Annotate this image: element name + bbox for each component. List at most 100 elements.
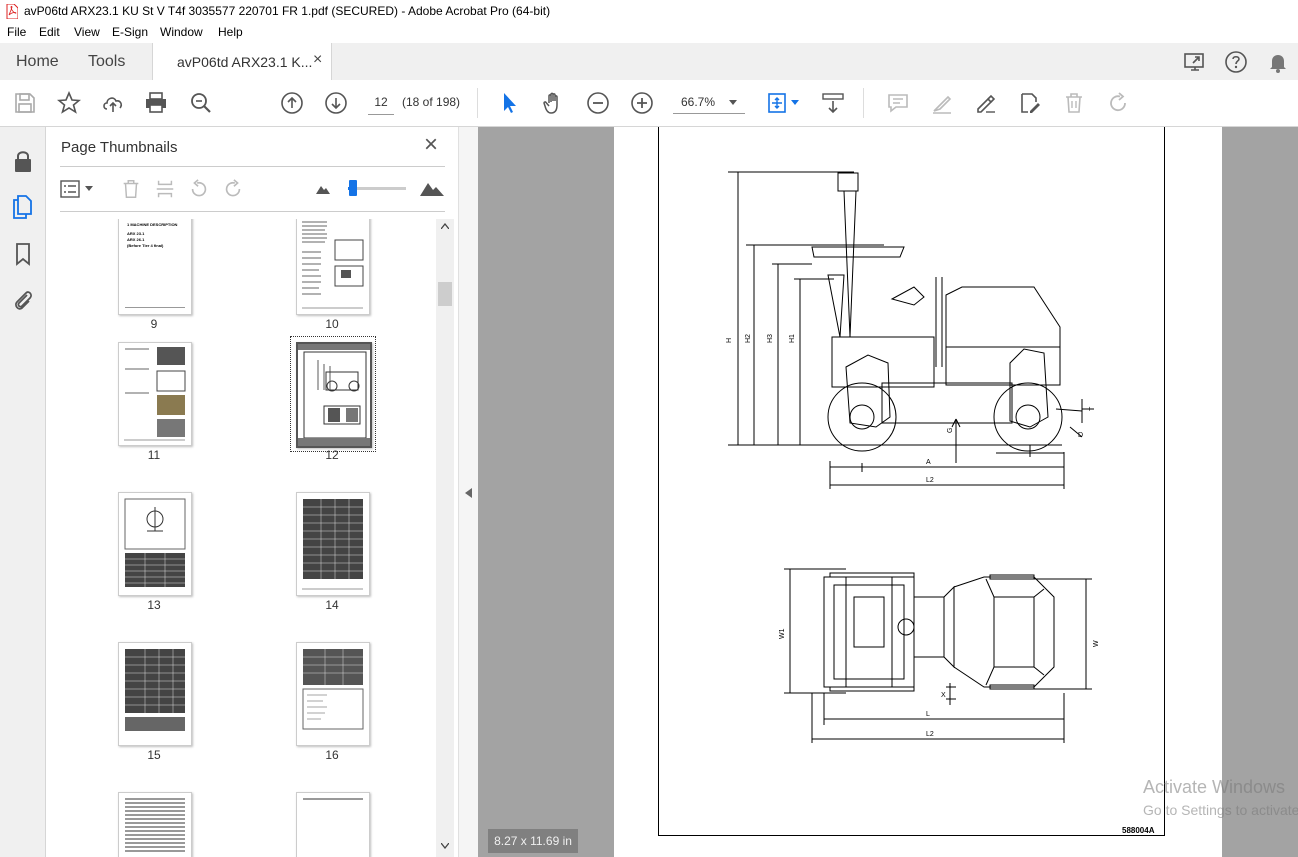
thumbnail-label-12: 12 [325,448,339,462]
delete-icon[interactable] [1061,90,1087,116]
thumb11-content [124,347,186,441]
hand-tool-icon[interactable] [541,90,567,116]
dim-w1: W1 [779,628,786,639]
thumb9-line1: 1 MACHINE DESCRIPTION [127,222,178,227]
save-icon[interactable] [12,90,38,116]
delete-page-icon[interactable] [120,178,142,200]
left-rail [0,127,46,857]
zoom-out-icon[interactable] [585,90,611,116]
menu-help[interactable]: Help [218,25,243,39]
help-icon[interactable] [1224,50,1248,74]
panel-header-divider [60,166,445,167]
toolbar-divider [477,88,478,118]
thumb16-content [302,649,364,730]
menu-file[interactable]: File [7,25,26,39]
zoom-level-value: 66.7% [681,95,716,109]
collapse-panel-arrow-icon[interactable] [465,488,472,498]
scroll-up-arrow-icon[interactable] [441,223,449,229]
document-view[interactable]: H H2 H3 H1 A L2 G D T W1 W L L2 X 588004… [478,127,1298,857]
menu-view[interactable]: View [74,25,100,39]
draw-sign-icon[interactable] [973,90,999,116]
rotate-right-icon[interactable] [222,178,244,200]
select-cursor-icon[interactable] [497,90,523,116]
dim-h2: H2 [745,334,752,343]
dim-l: L [926,711,930,718]
chevron-down-icon [729,100,737,105]
thumbnail-page-18[interactable] [296,792,370,857]
zoom-level-select[interactable]: 66.7% [673,90,745,114]
previous-page-icon[interactable] [279,90,305,116]
thumb15-content [125,649,185,731]
rotate-left-icon[interactable] [188,178,210,200]
panel-splitter[interactable] [458,127,479,857]
menu-window[interactable]: Window [160,25,203,39]
thumbnail-scrollbar[interactable] [436,219,454,857]
large-thumbnail-icon[interactable] [420,180,444,196]
thumb18-content [303,798,363,800]
thumbnail-page-15[interactable] [118,642,192,746]
dim-x: X [941,692,946,699]
panel-title: Page Thumbnails [61,139,178,156]
title-bar: avP06td ARX23.1 KU St V T4f 3035577 2207… [0,0,1298,23]
thumb17-content [125,798,185,852]
zoom-in-icon[interactable] [629,90,655,116]
next-page-icon[interactable] [323,90,349,116]
edit-text-icon[interactable] [1017,90,1043,116]
search-zoom-icon[interactable] [188,90,214,116]
thumbnail-page-16[interactable] [296,642,370,746]
thumbnail-label-16: 16 [325,748,339,762]
upload-cloud-icon[interactable] [100,90,126,116]
comment-icon[interactable] [885,90,911,116]
page-number-input[interactable]: 12 [368,90,394,115]
menu-e-sign[interactable]: E-Sign [112,25,148,39]
page-count-label: (18 of 198) [402,95,461,109]
panel-close-button[interactable]: × [424,133,438,157]
small-thumbnail-icon[interactable] [316,184,330,194]
thumbnail-page-10[interactable] [296,219,370,315]
tab-document[interactable]: avP06td ARX23.1 K... × [152,43,332,81]
options-menu-icon[interactable] [60,180,82,198]
tab-tools[interactable]: Tools [74,43,150,80]
window-title: avP06td ARX23.1 KU St V T4f 3035577 2207… [24,4,551,18]
highlight-pen-icon[interactable] [929,90,955,116]
scroll-mode-icon[interactable] [820,90,846,116]
dim-t: T [1089,406,1096,411]
attachments-paperclip-icon[interactable] [10,287,36,313]
thumbnail-page-17[interactable] [118,792,192,857]
thumbnail-size-slider-handle[interactable] [349,180,357,196]
menu-edit[interactable]: Edit [39,25,60,39]
tab-close-button[interactable]: × [313,51,322,69]
dim-l2-top: L2 [926,731,934,738]
fit-page-icon[interactable] [765,90,791,116]
redo-icon[interactable] [1105,90,1131,116]
print-icon[interactable] [143,90,169,116]
menu-bar: File Edit View E-Sign Window Help [0,23,1298,43]
page-thumbnails-icon[interactable] [10,194,36,220]
bookmark-star-icon[interactable] [56,90,82,116]
share-screen-icon[interactable] [1183,50,1207,74]
main-toolbar: 12 (18 of 198) 66.7% [0,80,1298,127]
pdf-page: H H2 H3 H1 A L2 G D T W1 W L L2 X 588004… [614,127,1222,857]
panel-toolbar-divider [60,211,445,212]
thumbnail-page-13[interactable] [118,492,192,596]
dim-h1: H1 [789,334,796,343]
extract-page-icon[interactable] [154,178,176,200]
thumbnail-page-14[interactable] [296,492,370,596]
toolbar-divider-2 [863,88,864,118]
notification-bell-icon[interactable] [1266,50,1290,74]
bookmarks-icon[interactable] [10,241,36,267]
scrollbar-thumb[interactable] [438,282,452,306]
tab-home[interactable]: Home [0,43,74,80]
thumbnail-page-11[interactable] [118,342,192,446]
options-chevron-icon[interactable] [85,186,93,191]
thumbnail-list: 1 MACHINE DESCRIPTION ARX 23.1 ARX 26.1 … [60,219,436,857]
thumbnail-page-9[interactable]: 1 MACHINE DESCRIPTION ARX 23.1 ARX 26.1 … [118,219,192,315]
thumbnail-label-11: 11 [147,448,161,462]
fit-dropdown-chevron-icon[interactable] [791,100,799,105]
thumbnail-page-12[interactable] [296,342,372,448]
thumbnail-label-9: 9 [150,317,158,331]
lock-icon[interactable] [10,148,36,174]
scroll-down-arrow-icon[interactable] [441,843,449,849]
thumbnail-label-14: 14 [325,598,339,612]
dim-d: D [1078,432,1083,439]
